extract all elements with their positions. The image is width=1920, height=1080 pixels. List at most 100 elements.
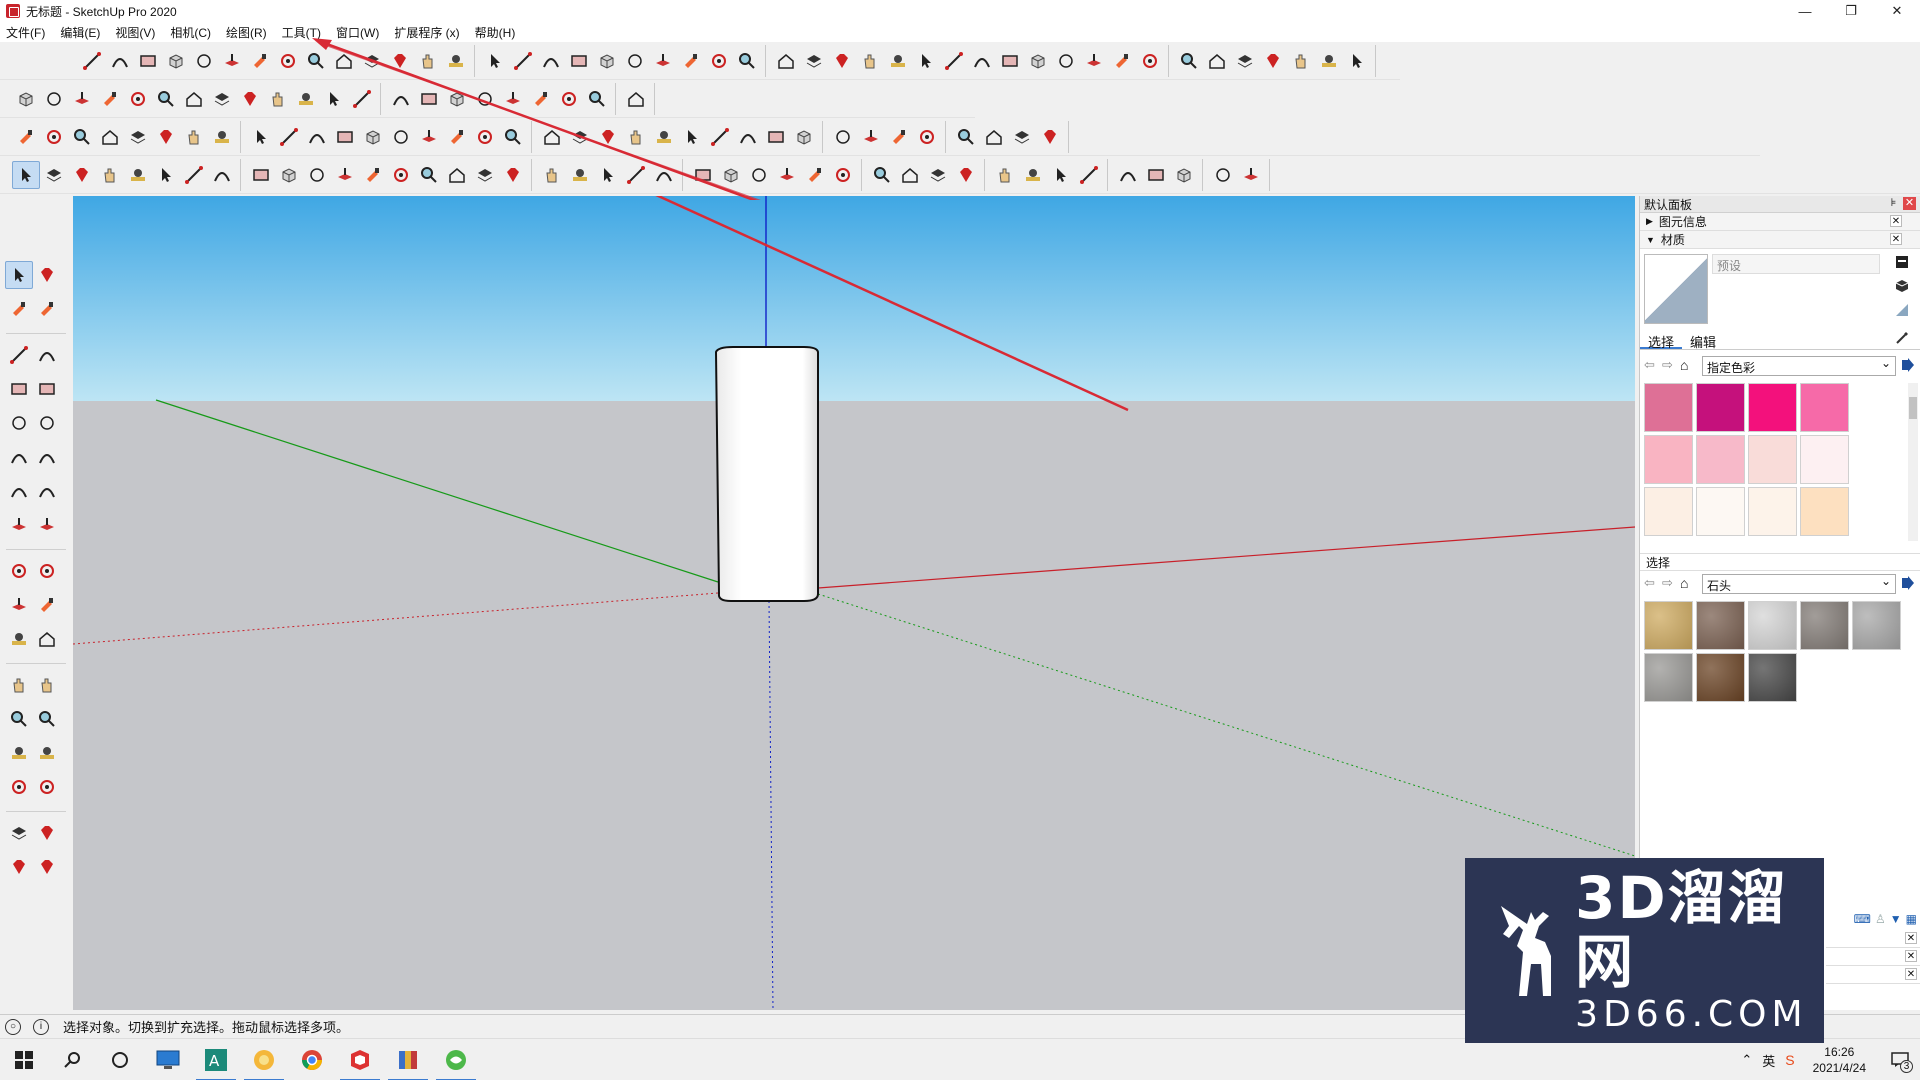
color-swatch[interactable] xyxy=(1644,487,1693,536)
modeling-viewport[interactable] xyxy=(73,196,1635,1010)
cylinder-model[interactable] xyxy=(714,346,819,602)
circle-button[interactable] xyxy=(33,409,61,437)
search-button[interactable] xyxy=(48,1039,96,1080)
orbit-button[interactable] xyxy=(5,773,33,801)
forward-icon[interactable]: ⇨ xyxy=(1662,575,1680,593)
orbit-button[interactable] xyxy=(5,557,33,585)
grid-icon[interactable]: ▦ xyxy=(1906,912,1917,930)
zoom-button[interactable] xyxy=(5,705,33,733)
hand-button[interactable] xyxy=(33,671,61,699)
color-swatch[interactable] xyxy=(1696,435,1745,484)
collapsed-tray-2[interactable]: ✕ xyxy=(1826,948,1920,966)
zoom-button[interactable] xyxy=(33,705,61,733)
create-material-icon[interactable] xyxy=(1894,278,1912,296)
stone-swatch[interactable] xyxy=(1748,601,1797,650)
gem-button[interactable] xyxy=(33,819,61,847)
line-button[interactable] xyxy=(5,341,33,369)
arc-button[interactable] xyxy=(5,477,33,505)
collapsed-tray-3[interactable]: ✕ xyxy=(1826,966,1920,984)
back-icon[interactable]: ⇦ xyxy=(1644,575,1662,593)
orbit-button[interactable] xyxy=(33,557,61,585)
start-button[interactable] xyxy=(0,1039,48,1080)
details-arrow-icon[interactable] xyxy=(1900,576,1916,592)
color-swatch[interactable] xyxy=(1748,383,1797,432)
swatch-scrollbar[interactable] xyxy=(1908,383,1918,541)
stone-swatch[interactable] xyxy=(1800,601,1849,650)
paint-button[interactable] xyxy=(5,295,33,323)
house-button[interactable] xyxy=(33,625,61,653)
taskbar-app-autocad[interactable]: A xyxy=(192,1039,240,1080)
taskbar-app-desktop[interactable] xyxy=(144,1039,192,1080)
tab-edit[interactable]: 编辑 xyxy=(1682,330,1724,350)
color-swatch[interactable] xyxy=(1748,435,1797,484)
collapsed-tray-1[interactable]: ✕ xyxy=(1826,930,1920,948)
keyboard-icon[interactable]: ⌨ xyxy=(1854,912,1871,930)
gem-button[interactable] xyxy=(33,853,61,881)
color-swatch[interactable] xyxy=(1800,435,1849,484)
color-swatch[interactable] xyxy=(1696,487,1745,536)
rectangle-button[interactable] xyxy=(5,375,33,403)
default-material-icon[interactable] xyxy=(1894,302,1912,320)
materials-close-button[interactable]: ✕ xyxy=(1890,233,1902,245)
stone-swatch[interactable] xyxy=(1696,653,1745,702)
layer-button[interactable] xyxy=(5,819,33,847)
person-icon[interactable]: ♙ xyxy=(1875,912,1886,930)
arc-button[interactable] xyxy=(33,443,61,471)
details-arrow-icon[interactable] xyxy=(1900,358,1916,374)
taskbar-app-chrome[interactable] xyxy=(288,1039,336,1080)
taskbar-app-update[interactable] xyxy=(432,1039,480,1080)
notification-button[interactable]: 3 xyxy=(1880,1039,1920,1080)
color-swatch[interactable] xyxy=(1644,435,1693,484)
display-secondary-icon[interactable] xyxy=(1894,254,1912,272)
arc-button[interactable] xyxy=(5,443,33,471)
tape-button[interactable] xyxy=(5,739,33,767)
push-pull-button[interactable] xyxy=(33,511,61,539)
entity-info-close-button[interactable]: ✕ xyxy=(1890,215,1902,227)
sougou-s-icon[interactable]: S xyxy=(1785,1052,1794,1068)
color-swatch[interactable] xyxy=(1644,383,1693,432)
circle-button[interactable] xyxy=(5,409,33,437)
tray-expand-icon[interactable]: ⌃ xyxy=(1741,1052,1752,1068)
scrollbar-thumb[interactable] xyxy=(1909,397,1917,419)
stone-swatch[interactable] xyxy=(1852,601,1901,650)
home-icon[interactable]: ⌂ xyxy=(1680,357,1698,375)
gem-button[interactable] xyxy=(5,853,33,881)
materials-section[interactable]: ▼ 材质 ✕ xyxy=(1640,231,1920,249)
taskbar-app-files[interactable] xyxy=(384,1039,432,1080)
push-pull-button[interactable] xyxy=(5,511,33,539)
orbit-button[interactable] xyxy=(33,773,61,801)
hand-button[interactable] xyxy=(5,671,33,699)
tape-button[interactable] xyxy=(33,739,61,767)
tab-select[interactable]: 选择 xyxy=(1640,330,1683,350)
forward-icon[interactable]: ⇨ xyxy=(1662,357,1680,375)
color-swatch[interactable] xyxy=(1696,383,1745,432)
ime-indicator[interactable]: 英 xyxy=(1762,1051,1775,1070)
arc-button[interactable] xyxy=(33,341,61,369)
tray-pin-icon[interactable]: ⊧ xyxy=(1887,197,1900,210)
shirt-icon[interactable]: ▼ xyxy=(1890,912,1902,930)
material-name-field[interactable]: 预设 xyxy=(1712,254,1880,274)
taskbar-app-browser[interactable] xyxy=(240,1039,288,1080)
taskbar-app-sketchup[interactable] xyxy=(336,1039,384,1080)
paint-button[interactable] xyxy=(33,295,61,323)
push-pull-button[interactable] xyxy=(5,591,33,619)
color-swatch[interactable] xyxy=(1800,487,1849,536)
stone-swatch[interactable] xyxy=(1644,601,1693,650)
select-arrow-button[interactable] xyxy=(5,261,33,289)
paint-button[interactable] xyxy=(33,591,61,619)
credits-icon[interactable]: i xyxy=(33,1018,49,1035)
clock[interactable]: 16:26 2021/4/24 xyxy=(1813,1044,1866,1076)
color-swatch[interactable] xyxy=(1748,487,1797,536)
color-swatch[interactable] xyxy=(1800,383,1849,432)
tape-button[interactable] xyxy=(5,625,33,653)
entity-info-section[interactable]: ▶ 图元信息 ✕ xyxy=(1640,213,1920,231)
gem-button[interactable] xyxy=(33,261,61,289)
tray-close-button[interactable]: ✕ xyxy=(1903,197,1916,210)
geo-location-icon[interactable]: ○ xyxy=(5,1018,21,1035)
arc-button[interactable] xyxy=(33,477,61,505)
library-select-stone[interactable]: 石头 xyxy=(1702,574,1896,594)
home-icon[interactable]: ⌂ xyxy=(1680,575,1698,593)
task-view-button[interactable] xyxy=(96,1039,144,1080)
stone-swatch[interactable] xyxy=(1644,653,1693,702)
back-icon[interactable]: ⇦ xyxy=(1644,357,1662,375)
